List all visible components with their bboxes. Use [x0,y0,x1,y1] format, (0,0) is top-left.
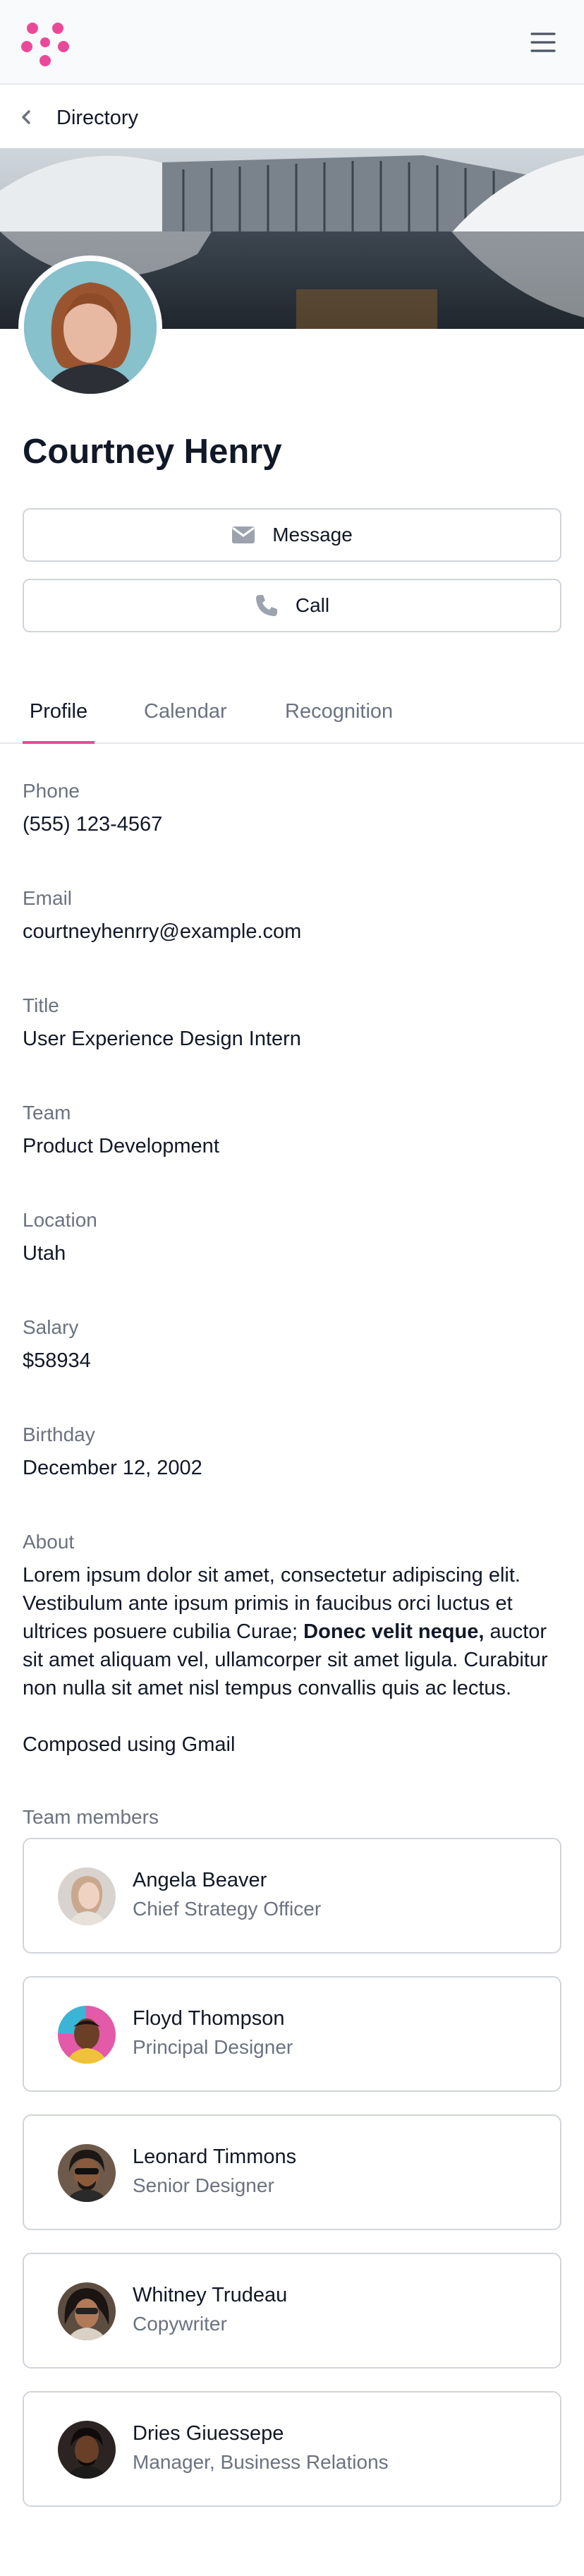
profile-name: Courtney Henry [23,433,282,471]
profile-tabs: Profile Calendar Recognition [0,678,584,744]
call-button[interactable]: Call [23,579,561,632]
member-role: Principal Designer [133,2036,293,2058]
top-bar [0,0,584,85]
message-button[interactable]: Message [23,508,561,562]
avatar [58,2006,116,2064]
member-name: Dries Giuessepe [133,2422,284,2445]
about-signature: Composed using Gmail [23,1733,236,1756]
team-members-label: Team members [23,1806,159,1828]
team-member-card[interactable]: Leonard Timmons Senior Designer [23,2114,561,2230]
about-text: Lorem ipsum dolor sit amet, consectetur … [23,1561,566,1759]
message-button-label: Message [272,524,353,546]
member-role: Manager, Business Relations [133,2451,389,2473]
team-member-card[interactable]: Whitney Trudeau Copywriter [23,2253,561,2369]
avatar [58,2421,116,2479]
envelope-icon [232,526,255,543]
flower-logo-icon[interactable] [20,18,71,66]
breadcrumb[interactable]: Directory [0,86,584,148]
email-label: Email [23,887,73,909]
about-bold-text: Donec velit neque, [303,1620,485,1643]
call-button-label: Call [295,594,330,616]
team-member-card[interactable]: Dries Giuessepe Manager, Business Relati… [23,2391,561,2507]
team-member-card[interactable]: Angela Beaver Chief Strategy Officer [23,1838,561,1954]
about-paragraph: Lorem ipsum dolor sit amet, consectetur … [23,1561,566,1702]
birthday-label: Birthday [23,1424,95,1445]
member-name: Floyd Thompson [133,2007,285,2030]
about-label: About [23,1531,75,1553]
birthday-value: December 12, 2002 [23,1457,202,1479]
team-field-label: Team [23,1102,71,1124]
phone-icon [255,595,277,616]
member-role: Chief Strategy Officer [133,1898,322,1920]
avatar [58,2282,116,2340]
title-value: User Experience Design Intern [23,1028,301,1050]
email-value: courtneyhenrry@example.com [23,920,302,943]
team-field-value: Product Development [23,1135,219,1157]
member-role: Copywriter [133,2313,227,2335]
breadcrumb-label: Directory [56,107,139,129]
avatar [58,1867,116,1925]
tab-recognition[interactable]: Recognition [285,690,393,744]
tab-calendar[interactable]: Calendar [144,690,227,744]
avatar [58,2144,116,2202]
location-label: Location [23,1209,97,1231]
profile-avatar [18,255,162,399]
salary-label: Salary [23,1316,79,1338]
chevron-left-icon [22,110,30,124]
tab-profile[interactable]: Profile [23,690,95,744]
title-label: Title [23,994,59,1016]
location-value: Utah [23,1242,66,1265]
member-name: Angela Beaver [133,1869,267,1891]
member-name: Whitney Trudeau [133,2284,288,2306]
hamburger-menu-icon[interactable] [528,27,559,58]
salary-value: $58934 [23,1349,91,1372]
member-role: Senior Designer [133,2174,274,2196]
member-name: Leonard Timmons [133,2145,297,2168]
team-member-card[interactable]: Floyd Thompson Principal Designer [23,1976,561,2092]
phone-value: (555) 123-4567 [23,813,163,836]
phone-label: Phone [23,780,80,802]
